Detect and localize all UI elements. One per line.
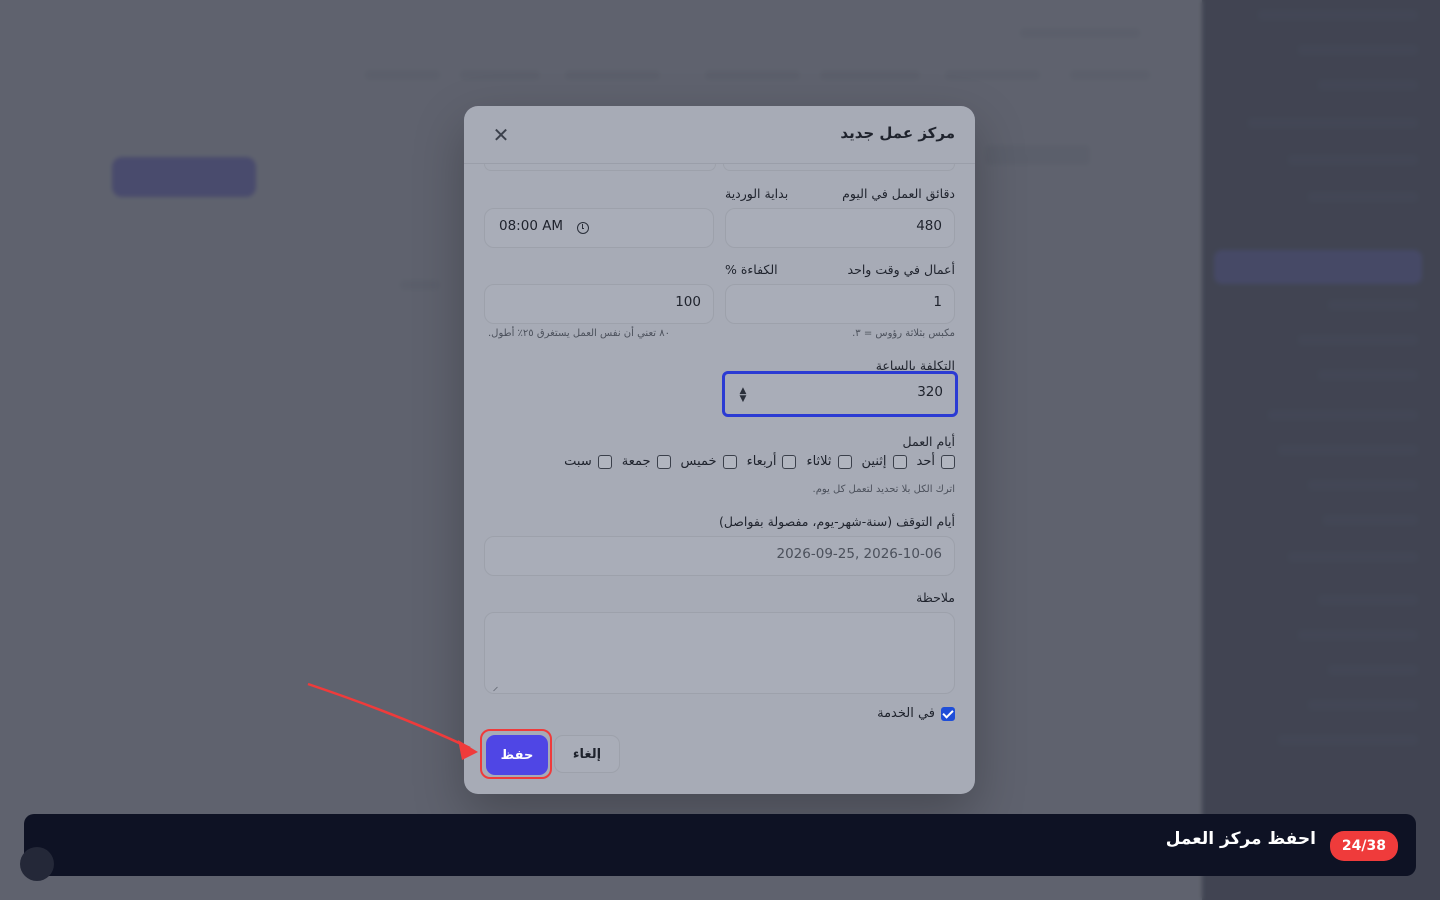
step-counter-badge: 24/38 (1329, 831, 1398, 861)
help-bubble-icon[interactable] (20, 847, 54, 881)
arrow-head (458, 740, 478, 760)
step-title: احفظ مركز العمل (1165, 829, 1316, 849)
pointer-arrow (307, 682, 478, 760)
tutorial-step-bar: 24/38 احفظ مركز العمل (24, 814, 1416, 876)
arrow-line (307, 682, 471, 750)
